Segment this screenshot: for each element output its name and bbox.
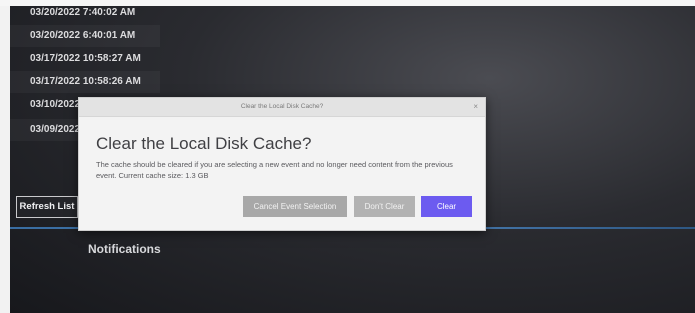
monitor-bezel — [0, 0, 695, 6]
dialog-window-title: Clear the Local Disk Cache? — [240, 103, 324, 110]
close-icon[interactable]: × — [473, 98, 478, 116]
refresh-list-button[interactable]: Refresh List — [16, 196, 78, 218]
clear-cache-dialog: Clear the Local Disk Cache? × Clear the … — [78, 97, 486, 231]
notifications-heading: Notifications — [88, 242, 161, 256]
dialog-heading: Clear the Local Disk Cache? — [96, 134, 312, 153]
list-item[interactable]: 03/17/2022 10:58:26 AM — [10, 71, 160, 93]
photo-frame: 03/20/2022 7:40:02 AM 03/20/2022 6:40:01… — [0, 0, 695, 313]
list-item[interactable]: 03/17/2022 10:58:27 AM — [10, 48, 160, 70]
dont-clear-button[interactable]: Don't Clear — [354, 196, 415, 217]
clear-button[interactable]: Clear — [421, 196, 472, 217]
dialog-titlebar: Clear the Local Disk Cache? × — [79, 98, 485, 117]
dialog-message: The cache should be cleared if you are s… — [96, 160, 453, 180]
list-item[interactable]: 03/20/2022 6:40:01 AM — [10, 25, 160, 47]
cancel-event-selection-button[interactable]: Cancel Event Selection — [243, 196, 347, 217]
